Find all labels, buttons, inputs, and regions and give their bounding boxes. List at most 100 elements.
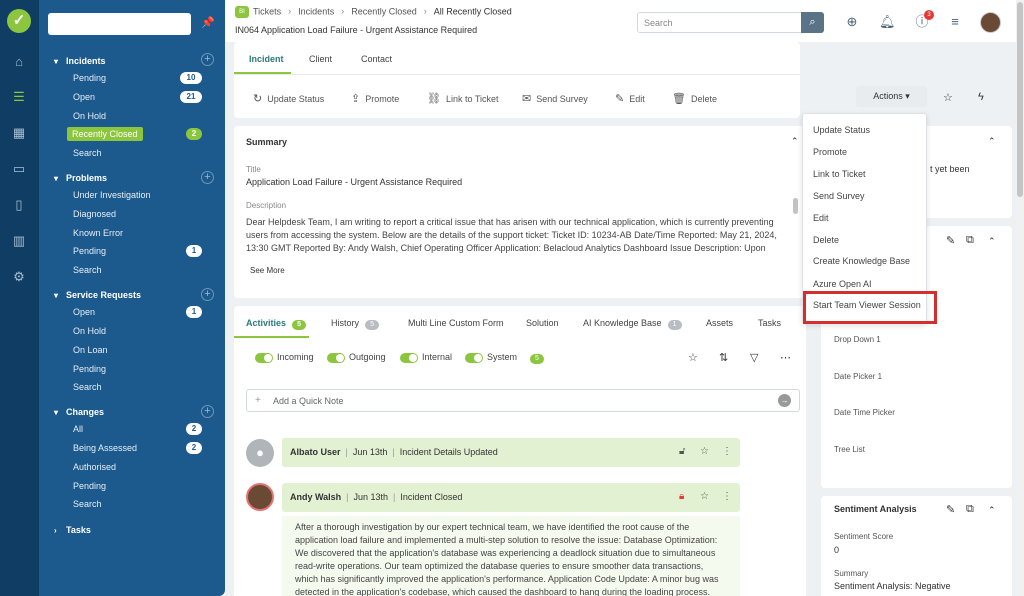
sidebar-item-sr-pending[interactable]: Pending xyxy=(73,364,106,374)
promote-button[interactable]: ⇪ Promote xyxy=(351,92,399,105)
sidebar-item-changes-pending[interactable]: Pending xyxy=(73,481,106,491)
tab-activities[interactable]: Activities 5 xyxy=(246,318,307,330)
see-more-link[interactable]: See More xyxy=(250,266,285,275)
edit-button[interactable]: ✎ Edit xyxy=(615,92,645,105)
chevron-up-icon[interactable]: ⌃ xyxy=(988,236,996,247)
add-circle-icon[interactable]: ⊕ xyxy=(844,14,860,30)
sidebar-item-incidents-search[interactable]: Search xyxy=(73,148,102,158)
open-external-icon[interactable]: ⧉ xyxy=(966,234,974,247)
sidebar-item-problems-diagnosed[interactable]: Diagnosed xyxy=(73,209,116,219)
sidebar-section-incidents[interactable]: ▾ Incidents xyxy=(54,56,106,66)
menu-item-update-status[interactable]: Update Status xyxy=(813,125,870,135)
lock-icon[interactable]: 🔓︎ xyxy=(679,446,685,457)
edit-list-icon[interactable]: ✎ xyxy=(946,234,955,247)
tab-multi-line-custom-form[interactable]: Multi Line Custom Form xyxy=(408,318,504,328)
user-avatar[interactable] xyxy=(980,12,1001,33)
edit-list-icon[interactable]: ✎ xyxy=(946,503,955,516)
delete-button[interactable]: 🗑︎ Delete xyxy=(672,92,717,105)
filter-settings-icon[interactable]: ≡ xyxy=(947,14,963,30)
page-scrollbar[interactable] xyxy=(1016,0,1024,596)
analytics-icon[interactable]: ▥ xyxy=(11,233,27,249)
sidebar-item-sr-search[interactable]: Search xyxy=(73,382,102,392)
add-change-icon[interactable]: + xyxy=(201,405,214,418)
laptop-icon[interactable]: ▭ xyxy=(11,161,27,177)
add-incident-icon[interactable]: + xyxy=(201,53,214,66)
tab-tasks[interactable]: Tasks xyxy=(758,318,781,328)
star-icon[interactable]: ☆ xyxy=(700,446,709,457)
sidebar-item-incidents-pending[interactable]: Pending xyxy=(73,73,106,83)
search-icon[interactable]: ⌕ xyxy=(801,12,824,33)
quick-note-input[interactable]: + Add a Quick Note → xyxy=(246,389,800,412)
more-vert-icon[interactable]: ⋮ xyxy=(722,446,732,457)
sidebar-item-changes-being-assessed[interactable]: Being Assessed xyxy=(73,443,137,453)
sidebar-item-incidents-recently-closed[interactable]: Recently Closed xyxy=(67,127,143,141)
internal-toggle[interactable]: Internal xyxy=(400,352,452,363)
sidebar-item-changes-search[interactable]: Search xyxy=(73,499,102,509)
sidebar-item-changes-authorised[interactable]: Authorised xyxy=(73,462,116,472)
menu-item-edit[interactable]: Edit xyxy=(813,213,829,223)
sidebar-section-tasks[interactable]: › Tasks xyxy=(54,525,91,535)
org-chart-icon[interactable]: ▦ xyxy=(11,125,27,141)
tab-ai-knowledge-base[interactable]: AI Knowledge Base 1 xyxy=(583,318,682,330)
menu-item-create-knowledge-base[interactable]: Create Knowledge Base xyxy=(813,256,910,266)
sidebar-section-changes[interactable]: ▾ Changes xyxy=(54,407,104,417)
sidebar-item-sr-open[interactable]: Open xyxy=(73,307,95,317)
lock-icon[interactable]: 🔒︎ xyxy=(679,491,684,502)
menu-item-promote[interactable]: Promote xyxy=(813,147,847,157)
sidebar-item-problems-pending[interactable]: Pending xyxy=(73,246,106,256)
tab-history[interactable]: History 5 xyxy=(331,318,380,330)
link-to-ticket-button[interactable]: ⛓ Link to Ticket xyxy=(427,92,499,105)
menu-item-link-to-ticket[interactable]: Link to Ticket xyxy=(813,169,866,179)
tab-assets[interactable]: Assets xyxy=(706,318,733,328)
star-icon[interactable]: ☆ xyxy=(943,91,953,104)
star-icon[interactable]: ☆ xyxy=(688,351,698,364)
list-icon[interactable]: ☰ xyxy=(11,89,27,105)
app-logo-icon[interactable]: ✓ xyxy=(7,9,31,33)
sidebar-item-incidents-on-hold[interactable]: On Hold xyxy=(73,111,106,121)
send-survey-button[interactable]: ✉ Send Survey xyxy=(522,92,588,105)
more-vert-icon[interactable]: ⋮ xyxy=(722,491,732,502)
tab-solution[interactable]: Solution xyxy=(526,318,559,328)
home-icon[interactable]: ⌂ xyxy=(11,54,27,70)
sidebar-item-sr-on-hold[interactable]: On Hold xyxy=(73,326,106,336)
incoming-toggle[interactable]: Incoming xyxy=(255,352,314,363)
sidebar-section-service-requests[interactable]: ▾ Service Requests xyxy=(54,290,141,300)
document-icon[interactable]: ▯ xyxy=(11,197,27,213)
menu-item-delete[interactable]: Delete xyxy=(813,235,839,245)
outgoing-toggle[interactable]: Outgoing xyxy=(327,352,386,363)
breadcrumb-recently-closed[interactable]: Recently Closed xyxy=(351,6,417,16)
chevron-up-icon[interactable]: ⌃ xyxy=(791,136,799,147)
breadcrumb-incidents[interactable]: Incidents xyxy=(298,6,334,16)
pin-icon[interactable]: 📌 xyxy=(201,16,215,29)
actions-dropdown-button[interactable]: Actions ▾ xyxy=(856,86,927,107)
sidebar-item-problems-known-error[interactable]: Known Error xyxy=(73,228,123,238)
settings-icon[interactable]: ⚙ xyxy=(11,269,27,285)
sidebar-item-changes-all[interactable]: All xyxy=(73,424,83,434)
sidebar-item-incidents-open[interactable]: Open xyxy=(73,92,95,102)
more-icon[interactable]: ⋯ xyxy=(780,351,791,364)
sidebar-item-problems-under-investigation[interactable]: Under Investigation xyxy=(73,190,151,200)
star-icon[interactable]: ☆ xyxy=(700,491,709,502)
breadcrumb-tickets[interactable]: Tickets xyxy=(253,6,281,16)
submit-arrow-icon[interactable]: → xyxy=(778,394,791,407)
system-toggle[interactable]: System xyxy=(465,352,517,363)
menu-item-azure-open-ai[interactable]: Azure Open AI xyxy=(813,279,872,289)
bell-icon[interactable]: 🔔︎ xyxy=(879,14,896,30)
description-scrollbar[interactable] xyxy=(793,198,798,214)
sort-icon[interactable]: ⇅ xyxy=(719,351,728,364)
filter-icon[interactable]: ▽ xyxy=(750,351,758,364)
sidebar-item-sr-on-loan[interactable]: On Loan xyxy=(73,345,108,355)
add-service-request-icon[interactable]: + xyxy=(201,288,214,301)
global-search-input[interactable]: Search ⌕ xyxy=(637,12,824,33)
open-external-icon[interactable]: ⧉ xyxy=(966,503,974,516)
lightning-icon[interactable]: ϟ xyxy=(978,91,984,103)
tab-client[interactable]: Client xyxy=(309,54,332,64)
sidebar-section-problems[interactable]: ▾ Problems xyxy=(54,173,107,183)
update-status-button[interactable]: ↻ Update Status xyxy=(253,92,324,105)
sidebar-item-problems-search[interactable]: Search xyxy=(73,265,102,275)
tab-incident[interactable]: Incident xyxy=(249,54,284,64)
menu-item-send-survey[interactable]: Send Survey xyxy=(813,191,865,201)
tab-contact[interactable]: Contact xyxy=(361,54,392,64)
add-problem-icon[interactable]: + xyxy=(201,171,214,184)
chevron-up-icon[interactable]: ⌃ xyxy=(988,136,996,147)
